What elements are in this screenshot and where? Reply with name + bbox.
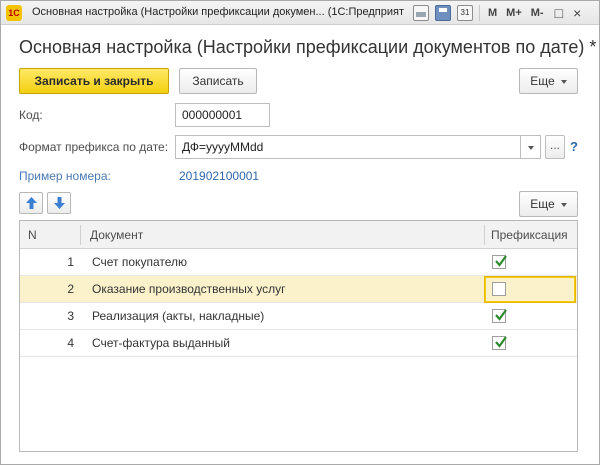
prefix-format-label: Формат префикса по дате: — [19, 140, 169, 154]
more-menu-button[interactable]: Еще — [519, 68, 578, 94]
column-divider — [484, 225, 485, 245]
example-number-label: Пример номера: — [19, 169, 111, 183]
prefix-format-field[interactable]: ДФ=yyyyMMdd — [175, 135, 521, 159]
prefix-checkbox[interactable] — [492, 282, 506, 296]
prefix-checkbox[interactable] — [492, 309, 507, 323]
title-bar-tools: 31 M M+ M- □ × — [413, 4, 589, 22]
more-menu-label: Еще — [530, 74, 555, 88]
chevron-down-icon — [560, 202, 567, 207]
app-window: 1С Основная настройка (Настройки префикс… — [0, 0, 600, 465]
table-more-menu-button[interactable]: Еще — [519, 191, 578, 217]
prefix-checkbox[interactable] — [492, 336, 507, 350]
checkmark-icon — [495, 255, 507, 267]
table-header: N Документ Префиксация — [20, 221, 577, 249]
column-header-document[interactable]: Документ — [90, 221, 143, 249]
calendar-icon[interactable]: 31 — [457, 5, 473, 21]
memory-minus-button[interactable]: M- — [531, 7, 544, 19]
example-number-value[interactable]: 201902100001 — [179, 169, 259, 183]
row-document: Оказание производственных услуг — [92, 282, 286, 296]
checkmark-icon — [495, 309, 507, 321]
title-bar-divider — [479, 5, 480, 21]
arrow-down-icon — [54, 197, 65, 209]
help-icon[interactable]: ? — [570, 139, 578, 154]
memory-plus-button[interactable]: M+ — [506, 7, 522, 19]
prefix-format-select-button[interactable]: ... — [545, 135, 565, 159]
row-document: Реализация (акты, накладные) — [92, 309, 265, 323]
close-window-button[interactable]: × — [573, 5, 581, 21]
column-header-prefix[interactable]: Префиксация — [491, 221, 568, 249]
row-document: Счет покупателю — [92, 255, 187, 269]
memory-button[interactable]: M — [488, 7, 497, 19]
prefix-format-dropdown[interactable] — [521, 135, 541, 159]
print-icon[interactable] — [413, 5, 429, 21]
move-up-button[interactable] — [19, 192, 43, 214]
documents-table: N Документ Префиксация 1 Счет покупателю… — [19, 220, 578, 452]
chevron-down-icon — [560, 79, 567, 84]
table-row-selected[interactable]: 2 Оказание производственных услуг — [20, 276, 577, 303]
row-number: 2 — [67, 282, 74, 296]
window-title: Основная настройка (Настройки префиксаци… — [32, 6, 404, 18]
checkmark-icon — [495, 336, 507, 348]
code-label: Код: — [19, 108, 43, 122]
chevron-down-icon — [527, 145, 534, 150]
title-bar: 1С Основная настройка (Настройки префикс… — [1, 1, 599, 25]
column-header-n[interactable]: N — [28, 221, 37, 249]
row-document: Счет-фактура выданный — [92, 336, 230, 350]
arrow-up-icon — [26, 197, 37, 209]
table-row[interactable]: 1 Счет покупателю — [20, 249, 577, 276]
save-and-close-button[interactable]: Записать и закрыть — [19, 68, 169, 94]
table-more-menu-label: Еще — [530, 197, 555, 211]
table-row[interactable]: 4 Счет-фактура выданный — [20, 330, 577, 357]
restore-window-button[interactable]: □ — [555, 5, 563, 21]
column-divider — [80, 225, 81, 245]
1c-logo-icon[interactable]: 1С — [6, 5, 22, 21]
save-icon[interactable] — [435, 5, 451, 21]
row-number: 3 — [67, 309, 74, 323]
code-field[interactable]: 000000001 — [175, 103, 270, 127]
page-title: Основная настройка (Настройки префиксаци… — [19, 37, 597, 57]
table-row[interactable]: 3 Реализация (акты, накладные) — [20, 303, 577, 330]
move-down-button[interactable] — [47, 192, 71, 214]
save-button[interactable]: Записать — [179, 68, 257, 94]
row-number: 1 — [67, 255, 74, 269]
row-number: 4 — [67, 336, 74, 350]
prefix-checkbox[interactable] — [492, 255, 507, 269]
